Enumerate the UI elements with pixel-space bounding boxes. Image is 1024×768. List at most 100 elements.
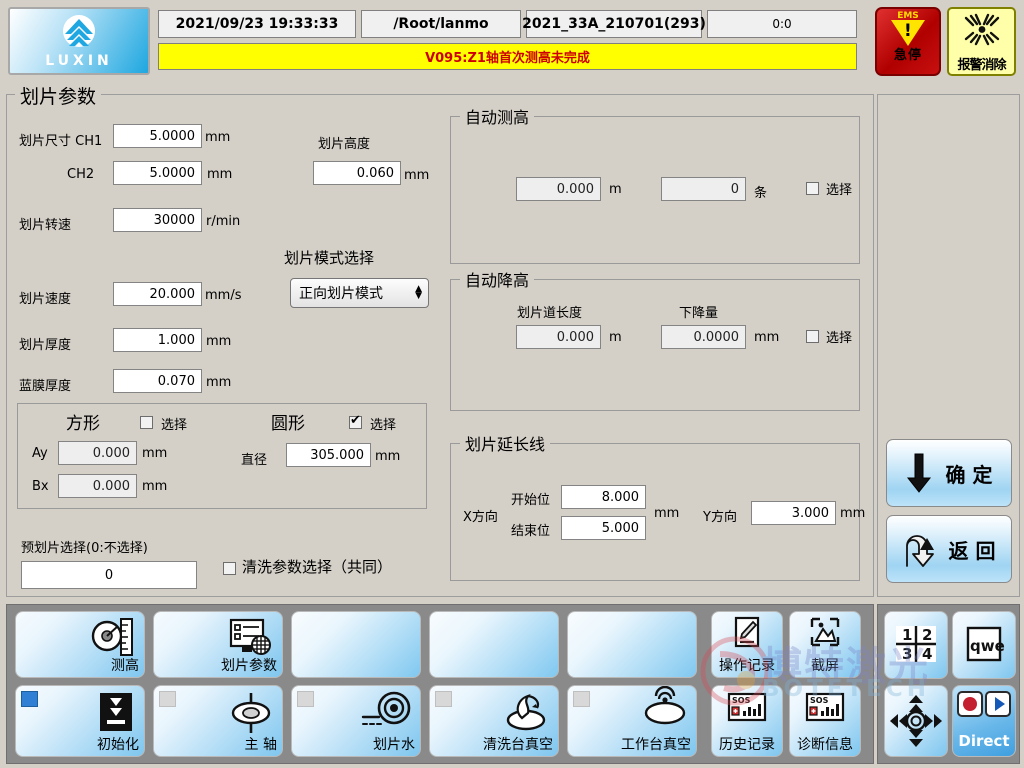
sos-chart-icon: SOS — [805, 692, 845, 722]
auto-height-select-checkbox[interactable] — [806, 182, 819, 195]
toolbar-button-dicing-params[interactable]: 划片参数 — [153, 611, 283, 678]
toolbar-label: 初始化 — [97, 737, 139, 753]
dicing-mode-label: 划片模式选择 — [284, 249, 375, 267]
lane-length-label: 划片道长度 — [517, 306, 583, 321]
brand-logo-text: LUXIN — [45, 52, 113, 69]
clean-param-checkbox[interactable] — [223, 562, 236, 575]
recipe-name-field[interactable]: 2021_33A_210701(293) — [522, 10, 706, 38]
bottom-right-toolbar: 1 2 3 4 qwe Direct — [877, 604, 1020, 764]
emergency-stop-button[interactable]: EMS 急停 — [875, 7, 941, 76]
bx-label: Bx — [32, 479, 49, 494]
toolbar-button-initialize[interactable]: 初始化 — [15, 685, 145, 757]
drop-amount-input[interactable]: 0.0000 — [661, 325, 746, 349]
diameter-label: 直径 — [241, 453, 268, 468]
cut-speed-label: 划片速度 — [19, 292, 72, 307]
x-extension-unit: mm — [654, 506, 680, 521]
dicing-mode-select[interactable]: 正向划片模式 ▲ ▼ — [290, 278, 429, 308]
auto-down-title: 自动降高 — [460, 267, 535, 291]
diameter-unit: mm — [375, 449, 401, 464]
size-ch2-label: CH2 — [67, 167, 95, 182]
water-spray-icon — [361, 691, 411, 725]
hmi-root: LUXIN 2021/09/23 19:33:33 /Root/lanmo 20… — [0, 0, 1024, 768]
header-bar: LUXIN 2021/09/23 19:33:33 /Root/lanmo 20… — [0, 0, 1024, 82]
download-arrow-icon — [100, 693, 132, 731]
toolbar-button-blank-1[interactable] — [291, 611, 421, 678]
toolbar-label: 操作记录 — [719, 658, 775, 674]
y-extension-input[interactable]: 3.000 — [751, 501, 836, 525]
toolbar-button-screenshot[interactable]: 截屏 — [789, 611, 861, 678]
toolbar-button-direct-mode[interactable]: Direct — [952, 685, 1016, 757]
square-title: 方形 — [66, 414, 100, 434]
y-extension-unit: mm — [840, 506, 866, 521]
toolbar-label: 测高 — [111, 658, 139, 674]
quad-grid-icon: 1 2 3 4 — [896, 626, 936, 663]
rotation-speed-unit: r/min — [206, 214, 241, 229]
prescribe-input[interactable]: 0 — [21, 561, 197, 589]
bluefilm-thickness-input[interactable]: 0.070 — [113, 369, 202, 393]
toolbar-button-spindle[interactable]: 主 轴 — [153, 685, 283, 757]
circle-select-checkbox[interactable] — [349, 413, 362, 429]
ay-input[interactable]: 0.000 — [58, 441, 137, 465]
toolbar-button-keyboard[interactable]: qwe — [952, 611, 1016, 679]
toolbar-button-diagnostics[interactable]: SOS 诊断信息 — [789, 685, 861, 757]
end-pos-input[interactable]: 5.000 — [561, 516, 646, 540]
start-pos-input[interactable]: 8.000 — [561, 485, 646, 509]
record-play-icon — [957, 691, 1011, 717]
down-arrow-icon — [906, 453, 931, 493]
toolbar-button-clean-vacuum[interactable]: 清洗台真空 — [429, 685, 559, 757]
toolbar-label: 划片水 — [373, 737, 415, 753]
back-button[interactable]: 返 回 — [886, 515, 1012, 583]
toolbar-button-blank-3[interactable] — [567, 611, 697, 678]
status-lamp — [297, 691, 314, 707]
drop-amount-unit: mm — [754, 330, 780, 345]
toolbar-button-table-vacuum[interactable]: 工作台真空 — [567, 685, 697, 757]
toolbar-button-history-log[interactable]: SOS 历史记录 — [711, 685, 783, 757]
clean-param-label: 清洗参数选择（共同） — [242, 558, 393, 576]
drop-amount-label: 下降量 — [679, 306, 719, 321]
cut-thickness-input[interactable]: 1.000 — [113, 328, 202, 352]
bluefilm-thickness-label: 蓝膜厚度 — [19, 379, 72, 394]
svg-text:qwe: qwe — [970, 637, 1005, 655]
toolbar-button-jog-navigation[interactable] — [884, 685, 948, 757]
toolbar-label: 工作台真空 — [621, 737, 691, 753]
toolbar-button-height-measure[interactable]: 测高 — [15, 611, 145, 678]
toolbar-button-quad-view[interactable]: 1 2 3 4 — [884, 611, 948, 679]
alarm-burst-icon — [964, 13, 999, 46]
square-select-checkbox[interactable] — [140, 416, 153, 429]
counter-field[interactable]: 0:0 — [707, 10, 857, 38]
auto-height-group: 自动测高 0.000 m 0 条 选择 — [450, 104, 860, 264]
sos-chart-icon: SOS — [727, 692, 767, 722]
size-ch1-unit: mm — [205, 130, 231, 145]
lane-length-input[interactable]: 0.000 — [516, 325, 601, 349]
status-lamp — [573, 691, 590, 707]
svg-text:2: 2 — [922, 626, 932, 644]
auto-height-length-input[interactable]: 0.000 — [516, 177, 601, 201]
extension-group: 划片延长线 X方向 开始位 8.000 结束位 5.000 mm Y方向 3.0… — [450, 431, 865, 581]
ay-label: Ay — [32, 446, 48, 461]
toolbar-button-blank-2[interactable] — [429, 611, 559, 678]
auto-down-select-checkbox[interactable] — [806, 330, 819, 343]
size-ch1-input[interactable]: 5.0000 — [113, 124, 202, 148]
pencil-note-icon — [734, 616, 760, 648]
toolbar-button-dicing-water[interactable]: 划片水 — [291, 685, 421, 757]
rotation-speed-label: 划片转速 — [19, 218, 72, 233]
rotation-speed-input[interactable]: 30000 — [113, 208, 202, 232]
auto-height-select-label: 选择 — [826, 183, 853, 198]
toolbar-label: 划片参数 — [221, 658, 277, 674]
cut-speed-input[interactable]: 20.000 — [113, 282, 202, 306]
luxin-logo-icon — [63, 14, 95, 47]
dicing-height-input[interactable]: 0.060 — [313, 161, 401, 185]
user-path-field[interactable]: /Root/lanmo — [361, 10, 521, 38]
svg-text:1: 1 — [902, 626, 912, 644]
diameter-input[interactable]: 305.000 — [286, 443, 371, 467]
bx-input[interactable]: 0.000 — [58, 474, 137, 498]
auto-height-count-input[interactable]: 0 — [661, 177, 746, 201]
toolbar-button-operation-log[interactable]: 操作记录 — [711, 611, 783, 678]
datetime-field[interactable]: 2021/09/23 19:33:33 — [158, 10, 356, 38]
toolbar-label: 主 轴 — [244, 737, 277, 753]
confirm-button[interactable]: 确 定 — [886, 439, 1012, 507]
alarm-clear-button[interactable]: 报警消除 — [947, 7, 1016, 76]
prescribe-label: 预划片选择(0:不选择) — [21, 541, 148, 556]
size-ch2-input[interactable]: 5.0000 — [113, 161, 202, 185]
auto-height-count-unit: 条 — [754, 186, 768, 201]
